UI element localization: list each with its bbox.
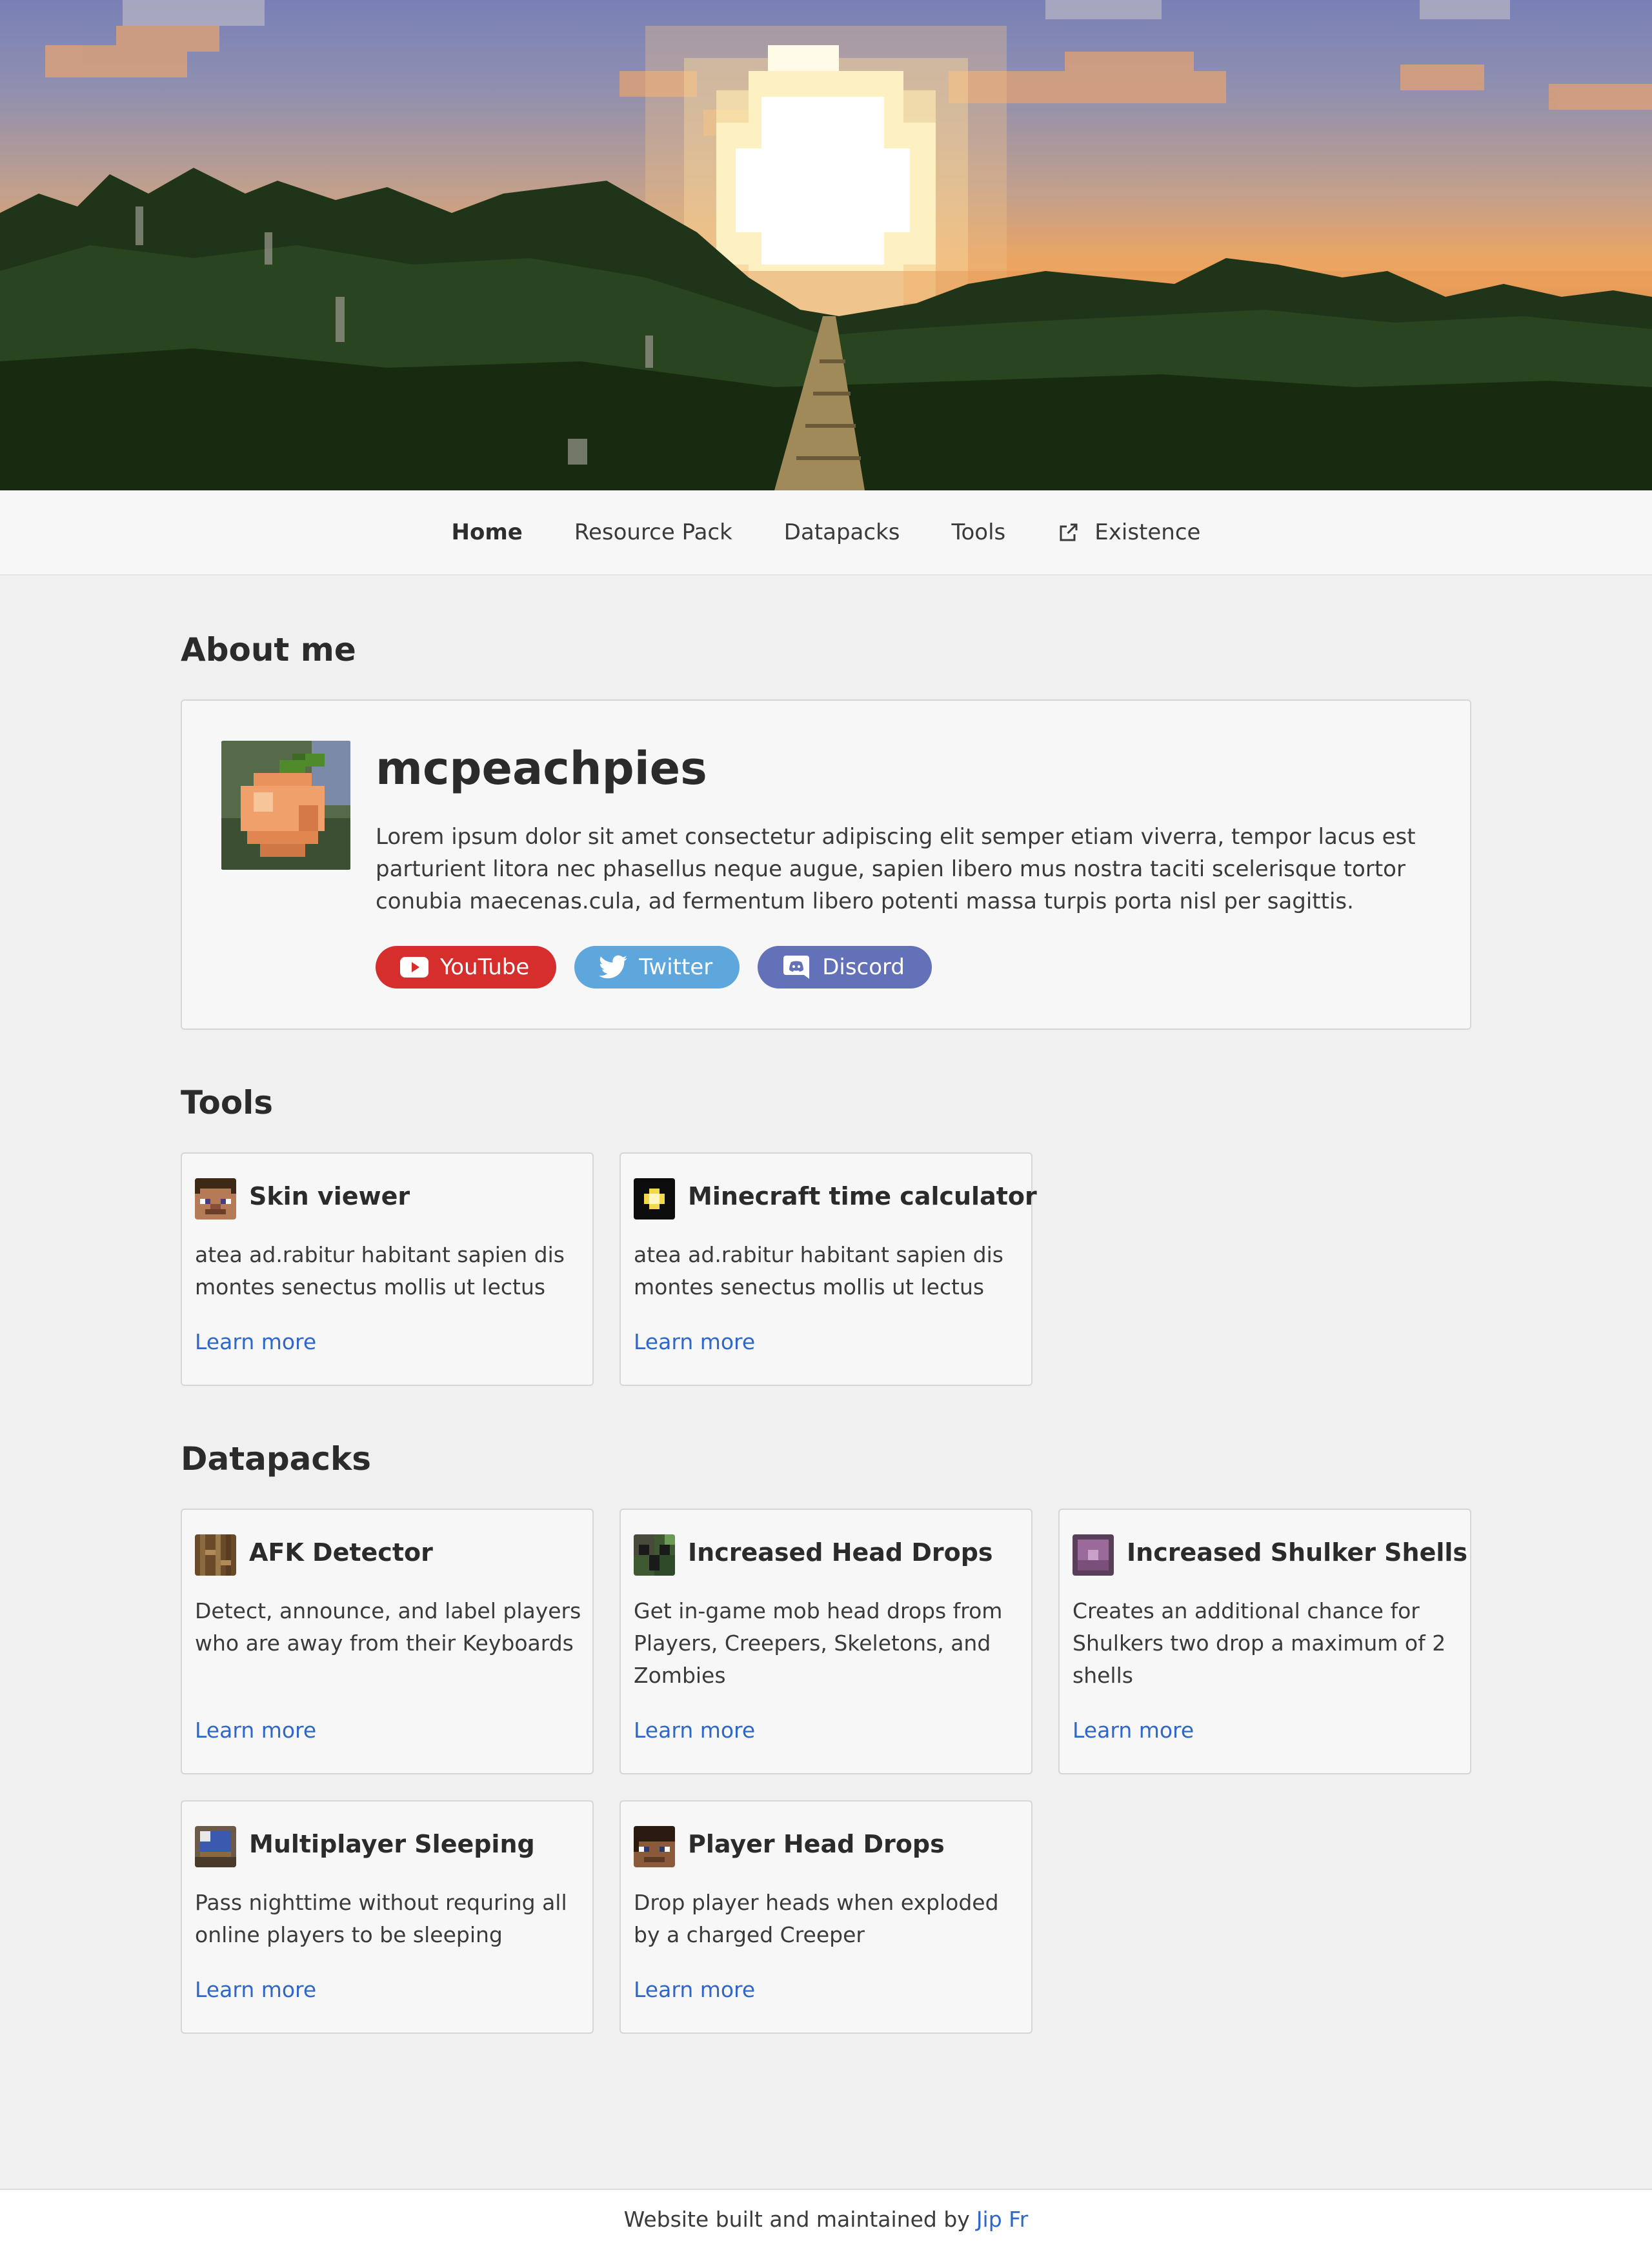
datapack-card-afk-detector: AFK Detector Detect, announce, and label… (181, 1509, 594, 1774)
steve-head-icon (195, 1178, 236, 1219)
datapack-title: Increased Shulker Shells (1127, 1538, 1468, 1567)
learn-more-link[interactable]: Learn more (195, 1718, 316, 1743)
twitter-icon (599, 955, 628, 979)
datapack-description: Drop player heads when exploded by a cha… (634, 1890, 999, 1947)
bio-text: Lorem ipsum dolor sit amet consectetur a… (376, 824, 1416, 914)
hero-landscape-image (0, 0, 1652, 490)
player-head-icon (634, 1826, 675, 1867)
datapack-description: Detect, announce, and label players who … (195, 1598, 581, 1656)
datapack-title: Player Head Drops (688, 1830, 945, 1858)
nav-datapacks-label: Datapacks (783, 519, 900, 545)
datapack-card-player-head-drops: Player Head Drops Drop player heads when… (620, 1800, 1032, 2034)
twitter-label: Twitter (639, 954, 713, 980)
learn-more-link[interactable]: Learn more (634, 1329, 755, 1354)
nav-resource-pack[interactable]: Resource Pack (574, 519, 732, 545)
clock-icon (634, 1178, 675, 1219)
about-card: mcpeachpies Lorem ipsum dolor sit amet c… (181, 699, 1471, 1030)
peach-avatar-icon (221, 741, 350, 870)
nav-tools[interactable]: Tools (952, 519, 1006, 545)
nav-tools-label: Tools (951, 519, 1006, 545)
tool-description: atea ad.rabitur habitant sapien dis mont… (634, 1242, 1003, 1300)
about-section-title: About me (181, 631, 356, 668)
datapack-card-increased-head-drops: Increased Head Drops Get in-game mob hea… (620, 1509, 1032, 1774)
youtube-icon (400, 957, 428, 978)
learn-more-link[interactable]: Learn more (634, 1718, 755, 1743)
shulker-icon (1073, 1534, 1114, 1576)
nav-resource-pack-label: Resource Pack (574, 519, 732, 545)
tool-title: Minecraft time calculator (688, 1182, 1037, 1210)
datapack-description: Get in-game mob head drops from Players,… (634, 1598, 1003, 1688)
nav-home[interactable]: Home (452, 519, 523, 545)
hero-banner (0, 0, 1652, 490)
username: mcpeachpies (376, 742, 707, 795)
discord-label: Discord (822, 954, 905, 980)
social-links: YouTube Twitter Discord (376, 946, 932, 989)
discord-icon (783, 956, 810, 979)
learn-more-link[interactable]: Learn more (1073, 1718, 1194, 1743)
datapack-title: AFK Detector (249, 1538, 433, 1567)
datapack-card-increased-shulker-shells: Increased Shulker Shells Creates an addi… (1058, 1509, 1471, 1774)
learn-more-link[interactable]: Learn more (634, 1977, 755, 2002)
external-link-icon (1060, 523, 1078, 541)
footer-text: Website built and maintained by (623, 2206, 970, 2232)
tool-description: atea ad.rabitur habitant sapien dis mont… (195, 1242, 565, 1300)
youtube-button[interactable]: YouTube (376, 946, 557, 989)
learn-more-link[interactable]: Learn more (195, 1977, 316, 2002)
datapack-title: Increased Head Drops (688, 1538, 993, 1567)
avatar (221, 741, 351, 870)
twitter-button[interactable]: Twitter (574, 946, 740, 989)
nav-existence[interactable]: Existence (1057, 519, 1200, 545)
tool-card-skin-viewer: Skin viewer atea ad.rabitur habitant sap… (181, 1152, 594, 1386)
datapack-description: Pass nighttime without requring all onli… (195, 1890, 567, 1947)
datapack-title: Multiplayer Sleeping (249, 1830, 535, 1858)
tool-card-time-calculator: Minecraft time calculator atea ad.rabitu… (620, 1152, 1037, 1386)
bed-icon (195, 1826, 236, 1867)
datapack-description: Creates an additional chance for Shulker… (1073, 1598, 1446, 1688)
nav-datapacks[interactable]: Datapacks (784, 519, 900, 545)
tool-title: Skin viewer (249, 1182, 410, 1210)
afk-icon (195, 1534, 236, 1576)
footer-author-link[interactable]: Jip Fr (976, 2207, 1029, 2232)
discord-button[interactable]: Discord (758, 946, 932, 989)
youtube-label: YouTube (440, 954, 530, 980)
datapacks-section-title: Datapacks (181, 1440, 372, 1478)
learn-more-link[interactable]: Learn more (195, 1329, 316, 1354)
creeper-head-icon (634, 1534, 675, 1576)
footer: Website built and maintained by Jip Fr (0, 2189, 1652, 2248)
top-nav: Home Resource Pack Datapacks Tools Exist… (0, 490, 1652, 576)
tools-section-title: Tools (181, 1084, 274, 1121)
datapack-card-multiplayer-sleeping: Multiplayer Sleeping Pass nighttime with… (181, 1800, 594, 2034)
nav-existence-label: Existence (1094, 519, 1201, 545)
nav-home-label: Home (451, 519, 523, 545)
